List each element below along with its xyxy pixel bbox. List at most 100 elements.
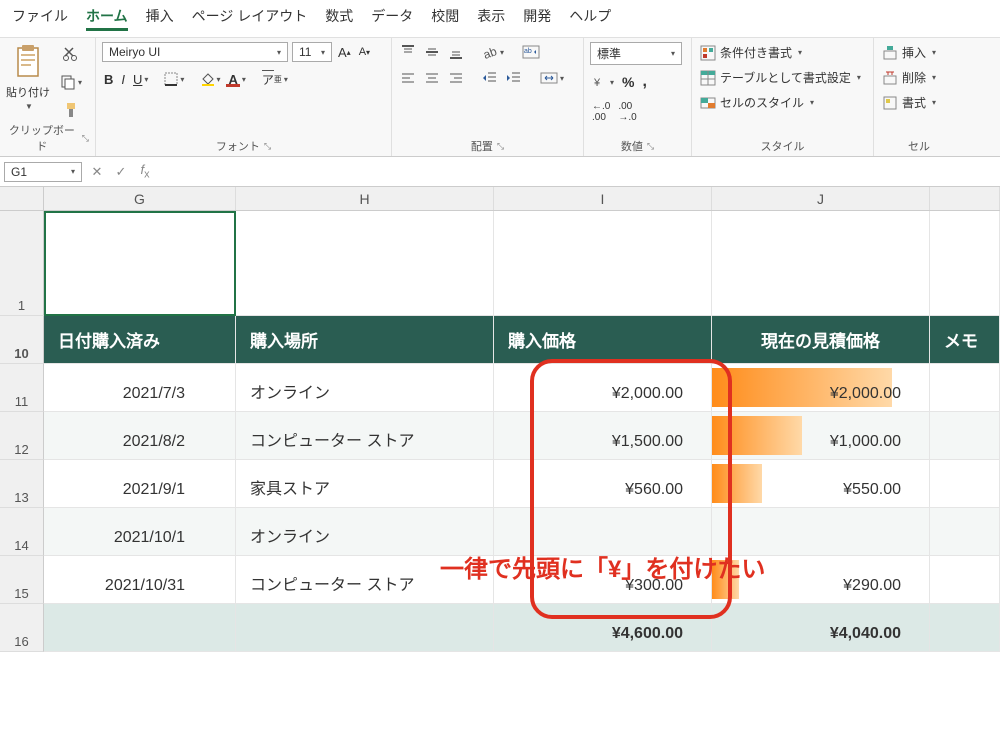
cell-k14[interactable] — [930, 508, 1000, 556]
number-format-select[interactable]: 標準▾ — [590, 42, 682, 65]
row-header-15[interactable]: 15 — [0, 556, 44, 604]
worksheet-grid[interactable]: G H I J 1 10 日付購入済み 購入場所 購入価格 現在の見積価格 メモ… — [0, 187, 1000, 747]
paste-dropdown[interactable]: ▼ — [25, 102, 33, 111]
cell-j11[interactable]: ¥2,000.00 — [712, 364, 930, 412]
fx-button[interactable]: fx — [136, 162, 154, 181]
merge-button[interactable]: ▾ — [538, 68, 566, 88]
insert-cells-button[interactable]: 挿入▾ — [880, 42, 938, 63]
fill-color-button[interactable]: ▾ — [198, 70, 222, 88]
cell-g12[interactable]: 2021/8/2 — [44, 412, 236, 460]
name-box[interactable]: G1▾ — [4, 162, 82, 182]
cell-h16[interactable] — [236, 604, 494, 652]
menu-view[interactable]: 表示 — [477, 6, 505, 31]
row-header-14[interactable]: 14 — [0, 508, 44, 556]
font-launcher[interactable]: ⤡ — [264, 141, 271, 152]
header-estimate[interactable]: 現在の見積価格 — [712, 316, 930, 364]
increase-indent-button[interactable] — [504, 68, 524, 88]
formula-input[interactable] — [160, 163, 996, 181]
cell-g13[interactable]: 2021/9/1 — [44, 460, 236, 508]
row-header-10[interactable]: 10 — [0, 316, 44, 364]
menu-data[interactable]: データ — [371, 6, 413, 31]
cell-i1[interactable] — [494, 211, 712, 316]
enter-formula-button[interactable]: ✓ — [112, 164, 130, 180]
increase-font-button[interactable]: A▴ — [336, 43, 353, 62]
paste-button[interactable] — [10, 42, 46, 82]
align-right-button[interactable] — [446, 68, 466, 88]
cell-k11[interactable] — [930, 364, 1000, 412]
accounting-format-button[interactable]: ¥▾ — [590, 72, 616, 92]
underline-button[interactable]: U▾ — [131, 70, 150, 89]
row-header-13[interactable]: 13 — [0, 460, 44, 508]
align-middle-button[interactable] — [422, 42, 442, 62]
cell-g11[interactable]: 2021/7/3 — [44, 364, 236, 412]
percent-button[interactable]: % — [620, 72, 636, 92]
col-header-i[interactable]: I — [494, 187, 712, 210]
header-date[interactable]: 日付購入済み — [44, 316, 236, 364]
col-header-g[interactable]: G — [44, 187, 236, 210]
align-launcher[interactable]: ⤡ — [497, 141, 504, 152]
cell-g14[interactable]: 2021/10/1 — [44, 508, 236, 556]
cancel-formula-button[interactable]: ✕ — [88, 164, 106, 180]
header-price[interactable]: 購入価格 — [494, 316, 712, 364]
align-left-button[interactable] — [398, 68, 418, 88]
orientation-button[interactable]: ab▾ — [480, 42, 506, 62]
cut-button[interactable] — [61, 44, 81, 64]
menu-formulas[interactable]: 数式 — [325, 6, 353, 31]
font-color-button[interactable]: A▾ — [226, 68, 247, 90]
cell-k12[interactable] — [930, 412, 1000, 460]
menu-help[interactable]: ヘルプ — [569, 6, 611, 31]
border-button[interactable]: ▾ — [162, 70, 186, 88]
menu-insert[interactable]: 挿入 — [146, 6, 174, 31]
cell-k15[interactable] — [930, 556, 1000, 604]
cell-g16[interactable] — [44, 604, 236, 652]
align-center-button[interactable] — [422, 68, 442, 88]
italic-button[interactable]: I — [119, 70, 127, 89]
cell-i12[interactable]: ¥1,500.00 — [494, 412, 712, 460]
format-painter-button[interactable] — [61, 100, 81, 120]
phonetic-button[interactable]: ア亜▾ — [260, 68, 290, 90]
format-cells-button[interactable]: 書式▾ — [880, 92, 938, 113]
col-header-j[interactable]: J — [712, 187, 930, 210]
align-bottom-button[interactable] — [446, 42, 466, 62]
decrease-indent-button[interactable] — [480, 68, 500, 88]
cell-h11[interactable]: オンライン — [236, 364, 494, 412]
copy-button[interactable]: ▾ — [58, 72, 84, 92]
clipboard-launcher[interactable]: ⤡ — [82, 133, 89, 144]
cell-k1[interactable] — [930, 211, 1000, 316]
cell-h13[interactable]: 家具ストア — [236, 460, 494, 508]
menu-developer[interactable]: 開発 — [523, 6, 551, 31]
decrease-decimal-button[interactable]: .00→.0 — [616, 99, 638, 125]
font-size-select[interactable]: 11▾ — [292, 42, 332, 62]
cell-i16-total[interactable]: ¥4,600.00 — [494, 604, 712, 652]
header-place[interactable]: 購入場所 — [236, 316, 494, 364]
align-top-button[interactable] — [398, 42, 418, 62]
cell-j1[interactable] — [712, 211, 930, 316]
cell-i11[interactable]: ¥2,000.00 — [494, 364, 712, 412]
cell-h12[interactable]: コンピューター ストア — [236, 412, 494, 460]
col-header-h[interactable]: H — [236, 187, 494, 210]
table-format-button[interactable]: テーブルとして書式設定▾ — [698, 67, 863, 88]
row-header-12[interactable]: 12 — [0, 412, 44, 460]
row-header-16[interactable]: 16 — [0, 604, 44, 652]
menu-review[interactable]: 校閲 — [431, 6, 459, 31]
number-launcher[interactable]: ⤡ — [647, 141, 654, 152]
cell-j12[interactable]: ¥1,000.00 — [712, 412, 930, 460]
col-header-k[interactable] — [930, 187, 1000, 210]
cell-k13[interactable] — [930, 460, 1000, 508]
font-name-select[interactable]: Meiryo UI▾ — [102, 42, 288, 62]
comma-button[interactable]: , — [640, 71, 648, 93]
menu-file[interactable]: ファイル — [12, 6, 68, 31]
header-memo[interactable]: メモ — [930, 316, 1000, 364]
cell-k16[interactable] — [930, 604, 1000, 652]
cell-h1[interactable] — [236, 211, 494, 316]
cell-g15[interactable]: 2021/10/31 — [44, 556, 236, 604]
cell-j13[interactable]: ¥550.00 — [712, 460, 930, 508]
cell-g1[interactable] — [44, 211, 236, 316]
conditional-format-button[interactable]: 条件付き書式▾ — [698, 42, 804, 63]
menu-pagelayout[interactable]: ページ レイアウト — [192, 6, 308, 31]
wrap-text-button[interactable]: ab — [520, 42, 542, 62]
cell-i13[interactable]: ¥560.00 — [494, 460, 712, 508]
row-header-11[interactable]: 11 — [0, 364, 44, 412]
delete-cells-button[interactable]: 削除▾ — [880, 67, 938, 88]
bold-button[interactable]: B — [102, 70, 115, 89]
